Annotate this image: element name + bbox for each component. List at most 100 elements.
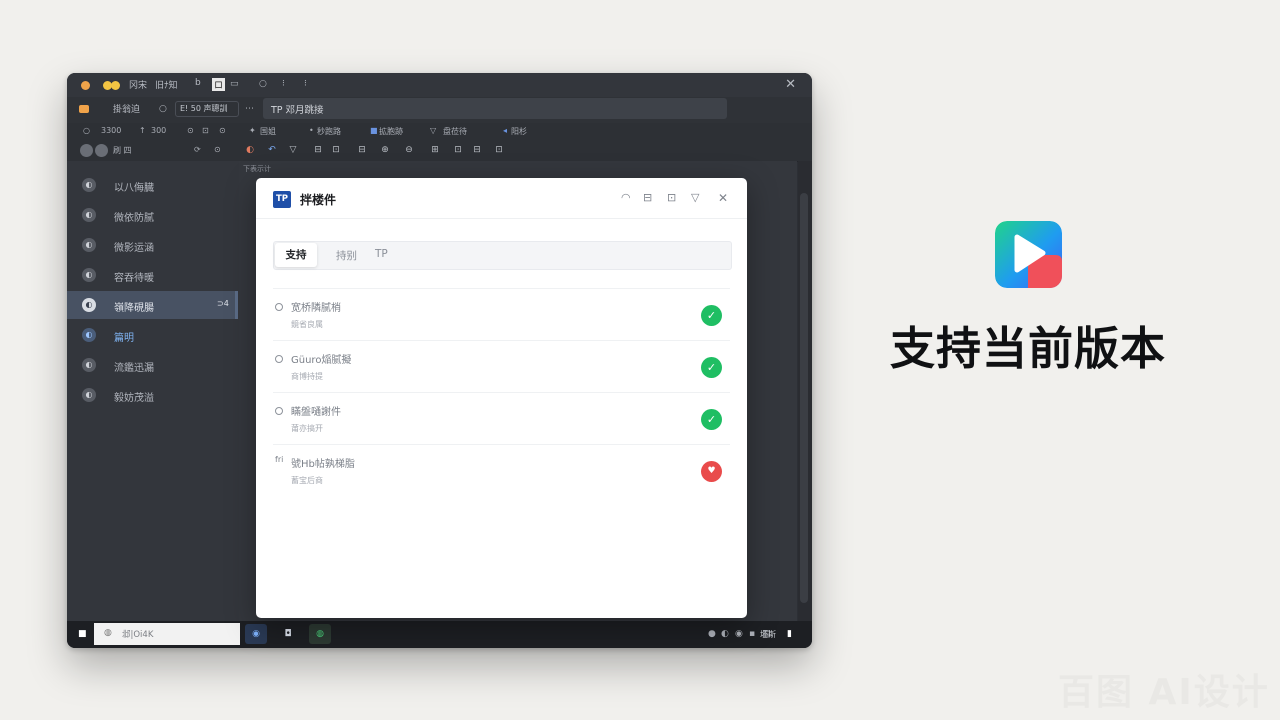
- window-icon[interactable]: ⊡: [667, 191, 676, 204]
- toolbar-item[interactable]: 盘莅待: [443, 126, 467, 137]
- tray-icon[interactable]: ◉: [735, 629, 743, 639]
- tray-text: 坯斯: [760, 630, 776, 639]
- sidebar-item-label: 篇明: [114, 333, 134, 344]
- toolbar-item[interactable]: ⊡: [202, 126, 209, 135]
- toolbar-item[interactable]: ↑: [139, 126, 146, 135]
- tray-icon[interactable]: ▮: [787, 629, 792, 639]
- circle-icon[interactable]: ○: [159, 104, 167, 114]
- more-icon[interactable]: ⁝: [282, 79, 285, 89]
- sidebar-item[interactable]: ◐ 微影运涵: [67, 233, 235, 257]
- tab-support[interactable]: 支持: [275, 243, 317, 267]
- tab-chip[interactable]: E! 50 声聰訓: [175, 101, 239, 117]
- toolbar-item[interactable]: ▽: [430, 126, 436, 135]
- toolbar-primary: ○ 3300 ↑ 300 ⊙ ⊡ ⊙ ✦ 国姐 • 秒跑路 ■ 拡胞跡 ▽ 盘莅…: [67, 123, 812, 141]
- tool-icon[interactable]: ◐: [243, 143, 257, 157]
- taskbar-search[interactable]: ◍ 邶|Oi4K: [94, 623, 240, 645]
- tool-icon[interactable]: ⊖: [402, 143, 416, 157]
- list-item[interactable]: 瞞盤嗵謝件 莆亦搞开 ✓: [273, 392, 730, 445]
- toolbar-item[interactable]: 拡胞跡: [379, 126, 403, 137]
- window-close-icon[interactable]: ✕: [785, 77, 796, 92]
- menu-item[interactable]: ロ: [212, 78, 226, 91]
- play-logo-icon: [995, 221, 1062, 288]
- item-title: Güuro㷔腻擬: [291, 355, 352, 366]
- sidebar-item[interactable]: ◐ 容吞待暖: [67, 263, 235, 287]
- sidebar-item[interactable]: ◐ 微依防腻: [67, 203, 235, 227]
- list-icon[interactable]: ⊟: [643, 191, 652, 204]
- taskbar-app-icon[interactable]: ◘: [277, 624, 299, 644]
- toggle-icon[interactable]: [80, 144, 93, 157]
- toggle-icon[interactable]: [95, 144, 108, 157]
- editor-tab-label[interactable]: 下表示计: [243, 164, 283, 176]
- start-icon[interactable]: ■: [78, 629, 87, 639]
- taskbar-app-icon[interactable]: ◉: [245, 624, 267, 644]
- back-icon[interactable]: ◠: [621, 191, 631, 204]
- tool-icon[interactable]: ⊕: [378, 143, 392, 157]
- toolbar-item[interactable]: ⊙: [187, 126, 194, 135]
- item-subtitle: 鏡省良属: [291, 320, 323, 329]
- menu-item[interactable]: b: [195, 78, 201, 88]
- toolbar-item[interactable]: 3300: [101, 126, 121, 135]
- address-input[interactable]: TP 邓月跳接: [263, 98, 727, 119]
- tool-icon[interactable]: ⊟: [355, 143, 369, 157]
- radio-icon[interactable]: [275, 355, 283, 363]
- tool-icon[interactable]: ⊡: [451, 143, 465, 157]
- toolbar-item[interactable]: ✦: [249, 126, 256, 135]
- tool-icon[interactable]: ⊞: [428, 143, 442, 157]
- circle-icon[interactable]: ○: [259, 79, 267, 89]
- item-title: 瞞盤嗵謝件: [291, 407, 341, 418]
- circle-icon: ◐: [82, 268, 96, 282]
- toolbar-item[interactable]: ⊙: [219, 126, 226, 135]
- check-icon: ✓: [701, 409, 722, 430]
- shield-icon[interactable]: ▽: [286, 143, 300, 157]
- tool-icon[interactable]: ⊡: [329, 143, 343, 157]
- plugin-dialog: TP 拌楼件 ◠ ⊟ ⊡ ▽ ✕ 支持 持别 TP 宽桥隣腻梢 鏡省良属 ✓ G…: [256, 178, 747, 618]
- tab-item[interactable]: 持别: [336, 248, 357, 263]
- more-icon[interactable]: ⁝: [304, 79, 307, 89]
- sidebar-item[interactable]: ◐ 毅妨茂溢: [67, 383, 235, 407]
- toolbar-item[interactable]: 国姐: [260, 126, 276, 137]
- menu-item[interactable]: 冈宋: [129, 78, 147, 91]
- toolbar-item[interactable]: ◂: [503, 126, 507, 135]
- radio-icon[interactable]: [275, 407, 283, 415]
- item-subtitle: 商博持提: [291, 372, 323, 381]
- toolbar-item[interactable]: ■: [370, 126, 378, 135]
- settings-icon[interactable]: ⊙: [214, 145, 221, 154]
- tab-item[interactable]: TP: [375, 248, 388, 260]
- toolbar-item[interactable]: 300: [151, 126, 166, 135]
- item-marker: fri: [275, 455, 284, 464]
- toolbar-item[interactable]: 秒跑路: [317, 126, 341, 137]
- tray-icon[interactable]: ◐: [721, 629, 729, 639]
- list-item[interactable]: fri 號Hb帖孰梯脂 蓄宝后商 ♥: [273, 444, 730, 497]
- list-item[interactable]: Güuro㷔腻擬 商博持提 ✓: [273, 340, 730, 393]
- circle-icon: ◐: [82, 238, 96, 252]
- sidebar-item[interactable]: ◐ 以八侮臓: [67, 173, 235, 197]
- sidebar-item[interactable]: ◐ 篇明: [67, 323, 235, 347]
- tray-icon[interactable]: ●: [708, 629, 716, 639]
- window-dot-icon[interactable]: [81, 81, 90, 90]
- menu-icon[interactable]: ▭: [230, 79, 239, 89]
- shield-icon[interactable]: ▽: [691, 191, 699, 204]
- scrollbar-thumb[interactable]: [800, 193, 808, 603]
- sidebar-item[interactable]: ◐ 流鑑迅漏: [67, 353, 235, 377]
- tray-icon[interactable]: ▪: [749, 629, 755, 639]
- window-dot-icon[interactable]: [111, 81, 120, 90]
- sidebar-item-badge: ⊃4: [217, 299, 229, 308]
- tab-label[interactable]: 掛翁迫: [113, 102, 140, 115]
- refresh-icon[interactable]: ⟳: [194, 145, 201, 154]
- taskbar-app-icon[interactable]: ◍: [309, 624, 331, 644]
- more-icon[interactable]: ⋯: [245, 104, 254, 114]
- sidebar-item-active[interactable]: ◐ 嶺降硯腸 ⊃4: [67, 291, 238, 319]
- check-icon: ✓: [701, 357, 722, 378]
- list-item[interactable]: 宽桥隣腻梢 鏡省良属 ✓: [273, 288, 730, 341]
- taskbar-search-text: 邶|Oi4K: [122, 630, 154, 640]
- toolbar-item[interactable]: ○: [83, 126, 90, 135]
- tool-icon[interactable]: ⊟: [470, 143, 484, 157]
- toolbar-item[interactable]: •: [309, 126, 314, 135]
- toolbar-item[interactable]: 阳杉: [511, 126, 527, 137]
- undo-icon[interactable]: ↶: [265, 143, 279, 157]
- menu-item[interactable]: 旧ﾅ知: [155, 78, 178, 91]
- tool-icon[interactable]: ⊡: [492, 143, 506, 157]
- close-icon[interactable]: ✕: [718, 191, 728, 205]
- tool-icon[interactable]: ⊟: [311, 143, 325, 157]
- radio-icon[interactable]: [275, 303, 283, 311]
